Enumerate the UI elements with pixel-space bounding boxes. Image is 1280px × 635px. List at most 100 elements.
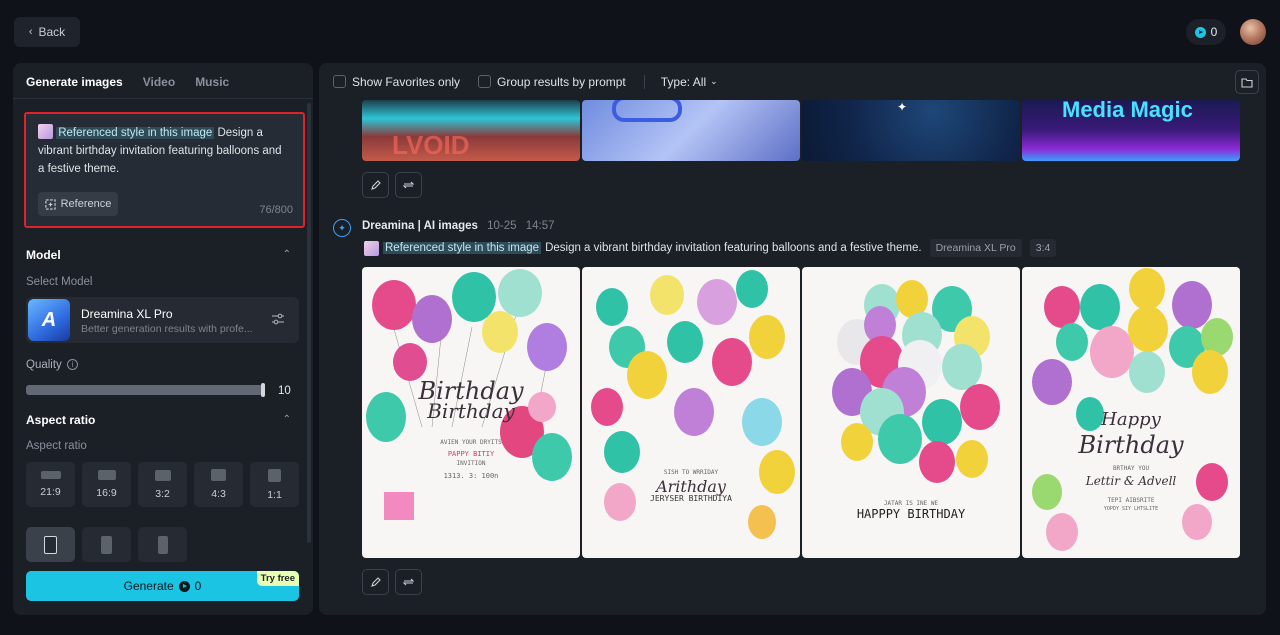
ratio-3-4[interactable]: [26, 527, 75, 562]
prompt-input[interactable]: Referenced style in this image Design a …: [24, 112, 305, 228]
ratio-16-9[interactable]: 16:9: [82, 462, 131, 507]
previous-result-image[interactable]: Media Magic: [1022, 100, 1240, 161]
previous-result-image[interactable]: [582, 100, 800, 161]
group-label: Group results by prompt: [497, 74, 626, 89]
regenerate-button[interactable]: [395, 569, 422, 595]
model-tag: Dreamina XL Pro: [929, 239, 1022, 257]
edit-button[interactable]: [362, 569, 389, 595]
ratio-shape-icon: [97, 470, 116, 480]
result-source: Dreamina | AI images: [362, 220, 478, 232]
try-free-badge: Try free: [256, 571, 299, 586]
image-reference-icon: [44, 198, 56, 210]
card-title: Birthday: [427, 399, 515, 423]
model-selector[interactable]: A Dreamina XL Pro Better generation resu…: [26, 297, 299, 343]
chevron-left-icon: ‹: [28, 26, 33, 38]
result-time: 14:57: [525, 220, 555, 232]
chevron-up-icon[interactable]: ⌃: [283, 414, 291, 425]
chevron-down-icon: ⌄: [710, 76, 718, 86]
card-line: TEPI AIBSRITE: [1107, 497, 1155, 504]
ratio-label: 21:9: [40, 486, 61, 498]
result-prompt-text: Design a vibrant birthday invitation fea…: [545, 242, 922, 254]
ratio-label: 3:2: [155, 487, 170, 500]
ratio-shape-icon: [157, 535, 168, 554]
card-line: BRTHAY YOU: [1112, 465, 1150, 472]
generated-image[interactable]: JATAR IS INE WE HAPPPY BIRTHDAY: [802, 267, 1020, 558]
card-line: AVIEN YOUR DRYITS: [440, 439, 502, 446]
ratio-3-2[interactable]: 3:2: [138, 462, 187, 507]
ratio-shape-icon: [268, 468, 281, 482]
ratio-label: 1:1: [267, 488, 282, 501]
back-button[interactable]: ‹ Back: [14, 17, 80, 47]
tab-video[interactable]: Video: [143, 75, 175, 98]
filter-bar: Show Favorites only Group results by pro…: [319, 63, 1266, 100]
favorites-checkbox[interactable]: [333, 75, 346, 88]
type-label: Type: All: [660, 74, 707, 89]
model-section-title: Model: [26, 248, 61, 262]
sliders-icon[interactable]: [271, 313, 285, 325]
generate-credits: 0: [194, 579, 202, 593]
ratio-9-16[interactable]: [82, 527, 131, 562]
credits-badge[interactable]: 0: [1186, 19, 1226, 45]
credit-coin-icon: [178, 580, 190, 592]
quality-slider-handle[interactable]: [261, 383, 265, 397]
back-label: Back: [38, 25, 66, 39]
folder-button[interactable]: [1235, 70, 1259, 94]
pencil-icon: [370, 577, 381, 587]
ratio-1-1[interactable]: 1:1: [250, 462, 299, 507]
avatar[interactable]: [1240, 19, 1266, 45]
result-header: Dreamina | AI images 10-25 14:57: [362, 220, 555, 232]
model-logo-icon: A: [28, 299, 70, 341]
ratio-shape-icon: [101, 535, 112, 554]
quality-slider[interactable]: [26, 385, 263, 395]
panel-scrollbar[interactable]: [307, 103, 311, 543]
generate-label: Generate: [123, 579, 174, 593]
previous-result-image[interactable]: LVOID: [362, 100, 580, 161]
ratio-9-21[interactable]: [138, 527, 187, 562]
card-line: YOPDY SIY LHTSLITE: [1103, 506, 1159, 512]
balloons-illustration: [591, 270, 795, 539]
favorites-filter[interactable]: Show Favorites only: [333, 75, 460, 89]
ratio-shape-icon: [211, 469, 226, 481]
dreamina-logo-icon: ✦: [333, 219, 351, 237]
card-title: HAPPPY BIRTHDAY: [856, 507, 966, 521]
ratio-label: 4:3: [211, 488, 226, 500]
quality-value: 10: [278, 385, 291, 397]
previous-result-image[interactable]: ✦: [802, 100, 1020, 161]
regenerate-button[interactable]: [395, 172, 422, 198]
edit-button[interactable]: [362, 172, 389, 198]
card-line: JERYSER BIRTHDIYA: [650, 494, 732, 503]
generate-button[interactable]: Generate 0 Try free: [26, 571, 299, 601]
tab-music[interactable]: Music: [195, 75, 229, 98]
reference-style-label: Referenced style in this image: [383, 242, 542, 254]
group-filter[interactable]: Group results by prompt: [478, 75, 626, 89]
credits-count: 0: [1210, 25, 1218, 39]
type-dropdown[interactable]: Type: All ⌄: [661, 75, 718, 89]
ratio-tag: 3:4: [1029, 239, 1057, 257]
credit-coin-icon: [1194, 26, 1206, 38]
reference-button[interactable]: Reference: [38, 192, 118, 216]
card-title: Birthday: [1078, 431, 1184, 459]
generated-image[interactable]: SISH TO WRRIDAY Arithday JERYSER BIRTHDI…: [582, 267, 800, 558]
group-checkbox[interactable]: [478, 75, 492, 88]
card-line: INVITION: [456, 460, 486, 467]
ratio-21-9[interactable]: 21:9: [26, 462, 75, 507]
aspect-ratio-label: Aspect ratio: [26, 440, 87, 452]
model-description: Better generation results with profe...: [81, 323, 253, 335]
top-bar: ‹ Back 0: [0, 0, 1280, 64]
aspect-section-title: Aspect ratio: [26, 413, 96, 427]
reference-thumbnail: [364, 240, 379, 256]
chevron-up-icon[interactable]: ⌃: [283, 249, 291, 260]
ratio-shape-icon: [154, 469, 171, 481]
divider: [643, 74, 645, 89]
reference-label: Reference: [60, 198, 112, 210]
ratio-label: 16:9: [96, 487, 117, 499]
generated-image[interactable]: Happy Birthday BRTHAY YOU Lettir & Advel…: [1022, 267, 1240, 558]
ratio-4-3[interactable]: 4:3: [194, 462, 243, 507]
card-line: 1313. 3: 100n: [443, 472, 499, 480]
character-counter: 76/800: [259, 204, 293, 216]
result-prompt: Referenced style in this image Design a …: [364, 239, 1057, 257]
generated-image[interactable]: Birthday Birthday AVIEN YOUR DRYITS PAPP…: [362, 267, 580, 558]
ratio-shape-icon: [44, 535, 57, 554]
info-icon[interactable]: i: [67, 359, 78, 370]
tab-generate-images[interactable]: Generate images: [26, 75, 123, 98]
